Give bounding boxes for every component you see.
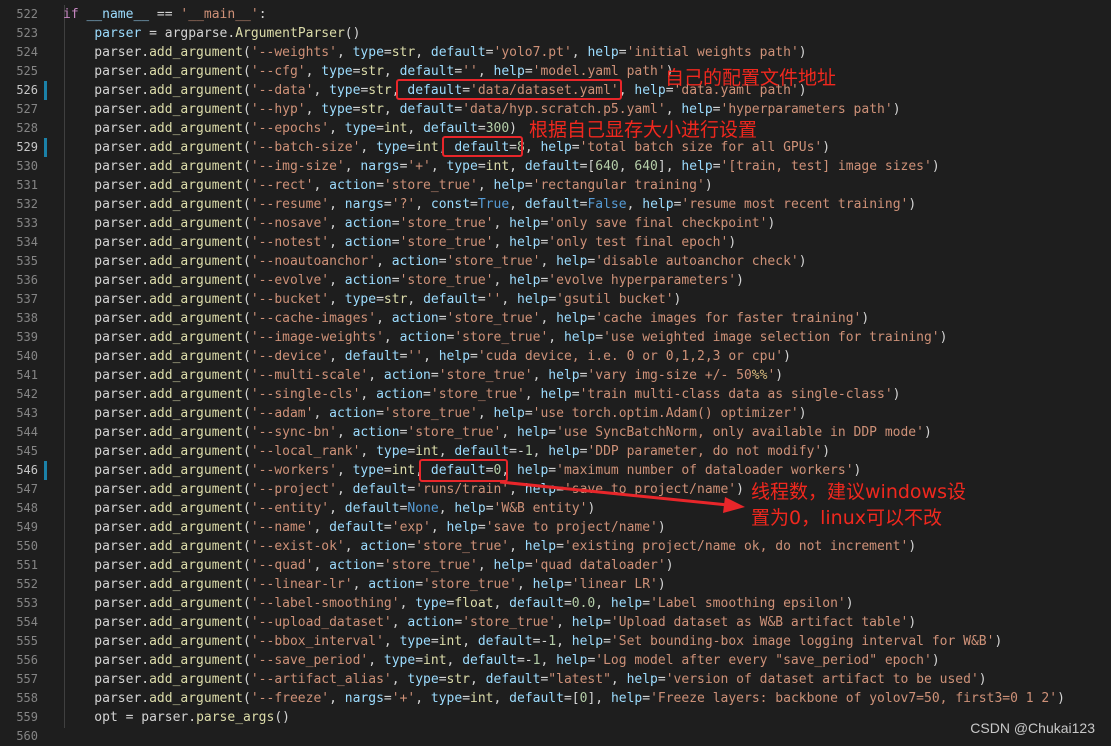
arrow-head-icon — [723, 497, 745, 513]
annotation-arrow — [499, 480, 745, 513]
watermark: CSDN @Chukai123 — [970, 720, 1095, 736]
arrow-shaft — [499, 480, 729, 507]
